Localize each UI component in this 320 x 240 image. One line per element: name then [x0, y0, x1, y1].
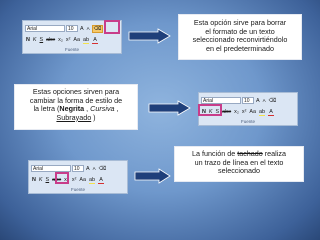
- highlight-button[interactable]: ab: [258, 108, 266, 116]
- change-case-button[interactable]: Aa: [248, 108, 257, 116]
- subscript-button[interactable]: x₂: [57, 36, 64, 44]
- arrow-right-icon: [148, 100, 191, 116]
- arrow-right-icon: [128, 28, 171, 44]
- superscript-button[interactable]: x²: [71, 176, 78, 184]
- highlight-frame-styles: [198, 104, 222, 116]
- superscript-button[interactable]: x²: [65, 36, 72, 44]
- change-case-button[interactable]: Aa: [72, 36, 81, 44]
- shrink-font-button[interactable]: A: [262, 97, 267, 105]
- group-label: Fuente: [70, 187, 85, 192]
- italic-button[interactable]: K: [32, 36, 38, 44]
- superscript-button[interactable]: x²: [241, 108, 248, 116]
- grow-font-button[interactable]: A: [79, 25, 85, 33]
- font-color-button[interactable]: A: [267, 108, 275, 116]
- strikethrough-button[interactable]: abe: [45, 36, 56, 44]
- underline-button[interactable]: S: [45, 176, 51, 184]
- font-size-field[interactable]: 10: [66, 25, 78, 32]
- font-color-button[interactable]: A: [91, 36, 99, 44]
- clear-format-button[interactable]: ⌫: [91, 24, 104, 33]
- shrink-font-button[interactable]: A: [92, 165, 97, 173]
- highlight-frame-strike: [55, 172, 69, 184]
- callout-text: Subrayado ): [56, 112, 96, 122]
- italic-button[interactable]: K: [38, 176, 44, 184]
- callout-clear-format: Esta opción sirve para borrar el formato…: [178, 14, 302, 60]
- clear-format-button[interactable]: ⌫: [268, 97, 278, 105]
- bold-button[interactable]: N: [31, 176, 37, 184]
- font-color-button[interactable]: A: [97, 176, 105, 184]
- shrink-font-button[interactable]: A: [86, 25, 91, 33]
- font-name-field[interactable]: Arial: [201, 97, 241, 104]
- callout-strikethrough: La función de tachado realiza un trazo d…: [174, 146, 304, 182]
- arrow-right-icon: [134, 168, 171, 184]
- grow-font-button[interactable]: A: [85, 165, 91, 173]
- highlight-button[interactable]: ab: [88, 176, 96, 184]
- highlight-frame-clear: [104, 20, 120, 34]
- font-size-field[interactable]: 10: [242, 97, 254, 104]
- bold-button[interactable]: N: [25, 36, 31, 44]
- callout-text: en el predeterminado: [206, 43, 274, 53]
- group-label: Fuente: [64, 47, 79, 52]
- callout-styles: Estas opciones sirven para cambiar la fo…: [14, 84, 138, 130]
- group-label: Fuente: [240, 119, 255, 124]
- font-size-field[interactable]: 10: [72, 165, 84, 172]
- strikethrough-button[interactable]: abe: [221, 108, 232, 116]
- font-name-field[interactable]: Arial: [31, 165, 71, 172]
- highlight-button[interactable]: ab: [82, 36, 90, 44]
- font-toolbar-bottom: Arial 10 A A ⌫ N K S abe x₂ x² Aa ab A F…: [28, 160, 128, 194]
- underline-button[interactable]: S: [39, 36, 45, 44]
- font-name-field[interactable]: Arial: [25, 25, 65, 32]
- change-case-button[interactable]: Aa: [78, 176, 87, 184]
- clear-format-button[interactable]: ⌫: [98, 165, 108, 173]
- subscript-button[interactable]: x₂: [233, 108, 240, 116]
- grow-font-button[interactable]: A: [255, 97, 261, 105]
- callout-text: seleccionado: [218, 166, 260, 176]
